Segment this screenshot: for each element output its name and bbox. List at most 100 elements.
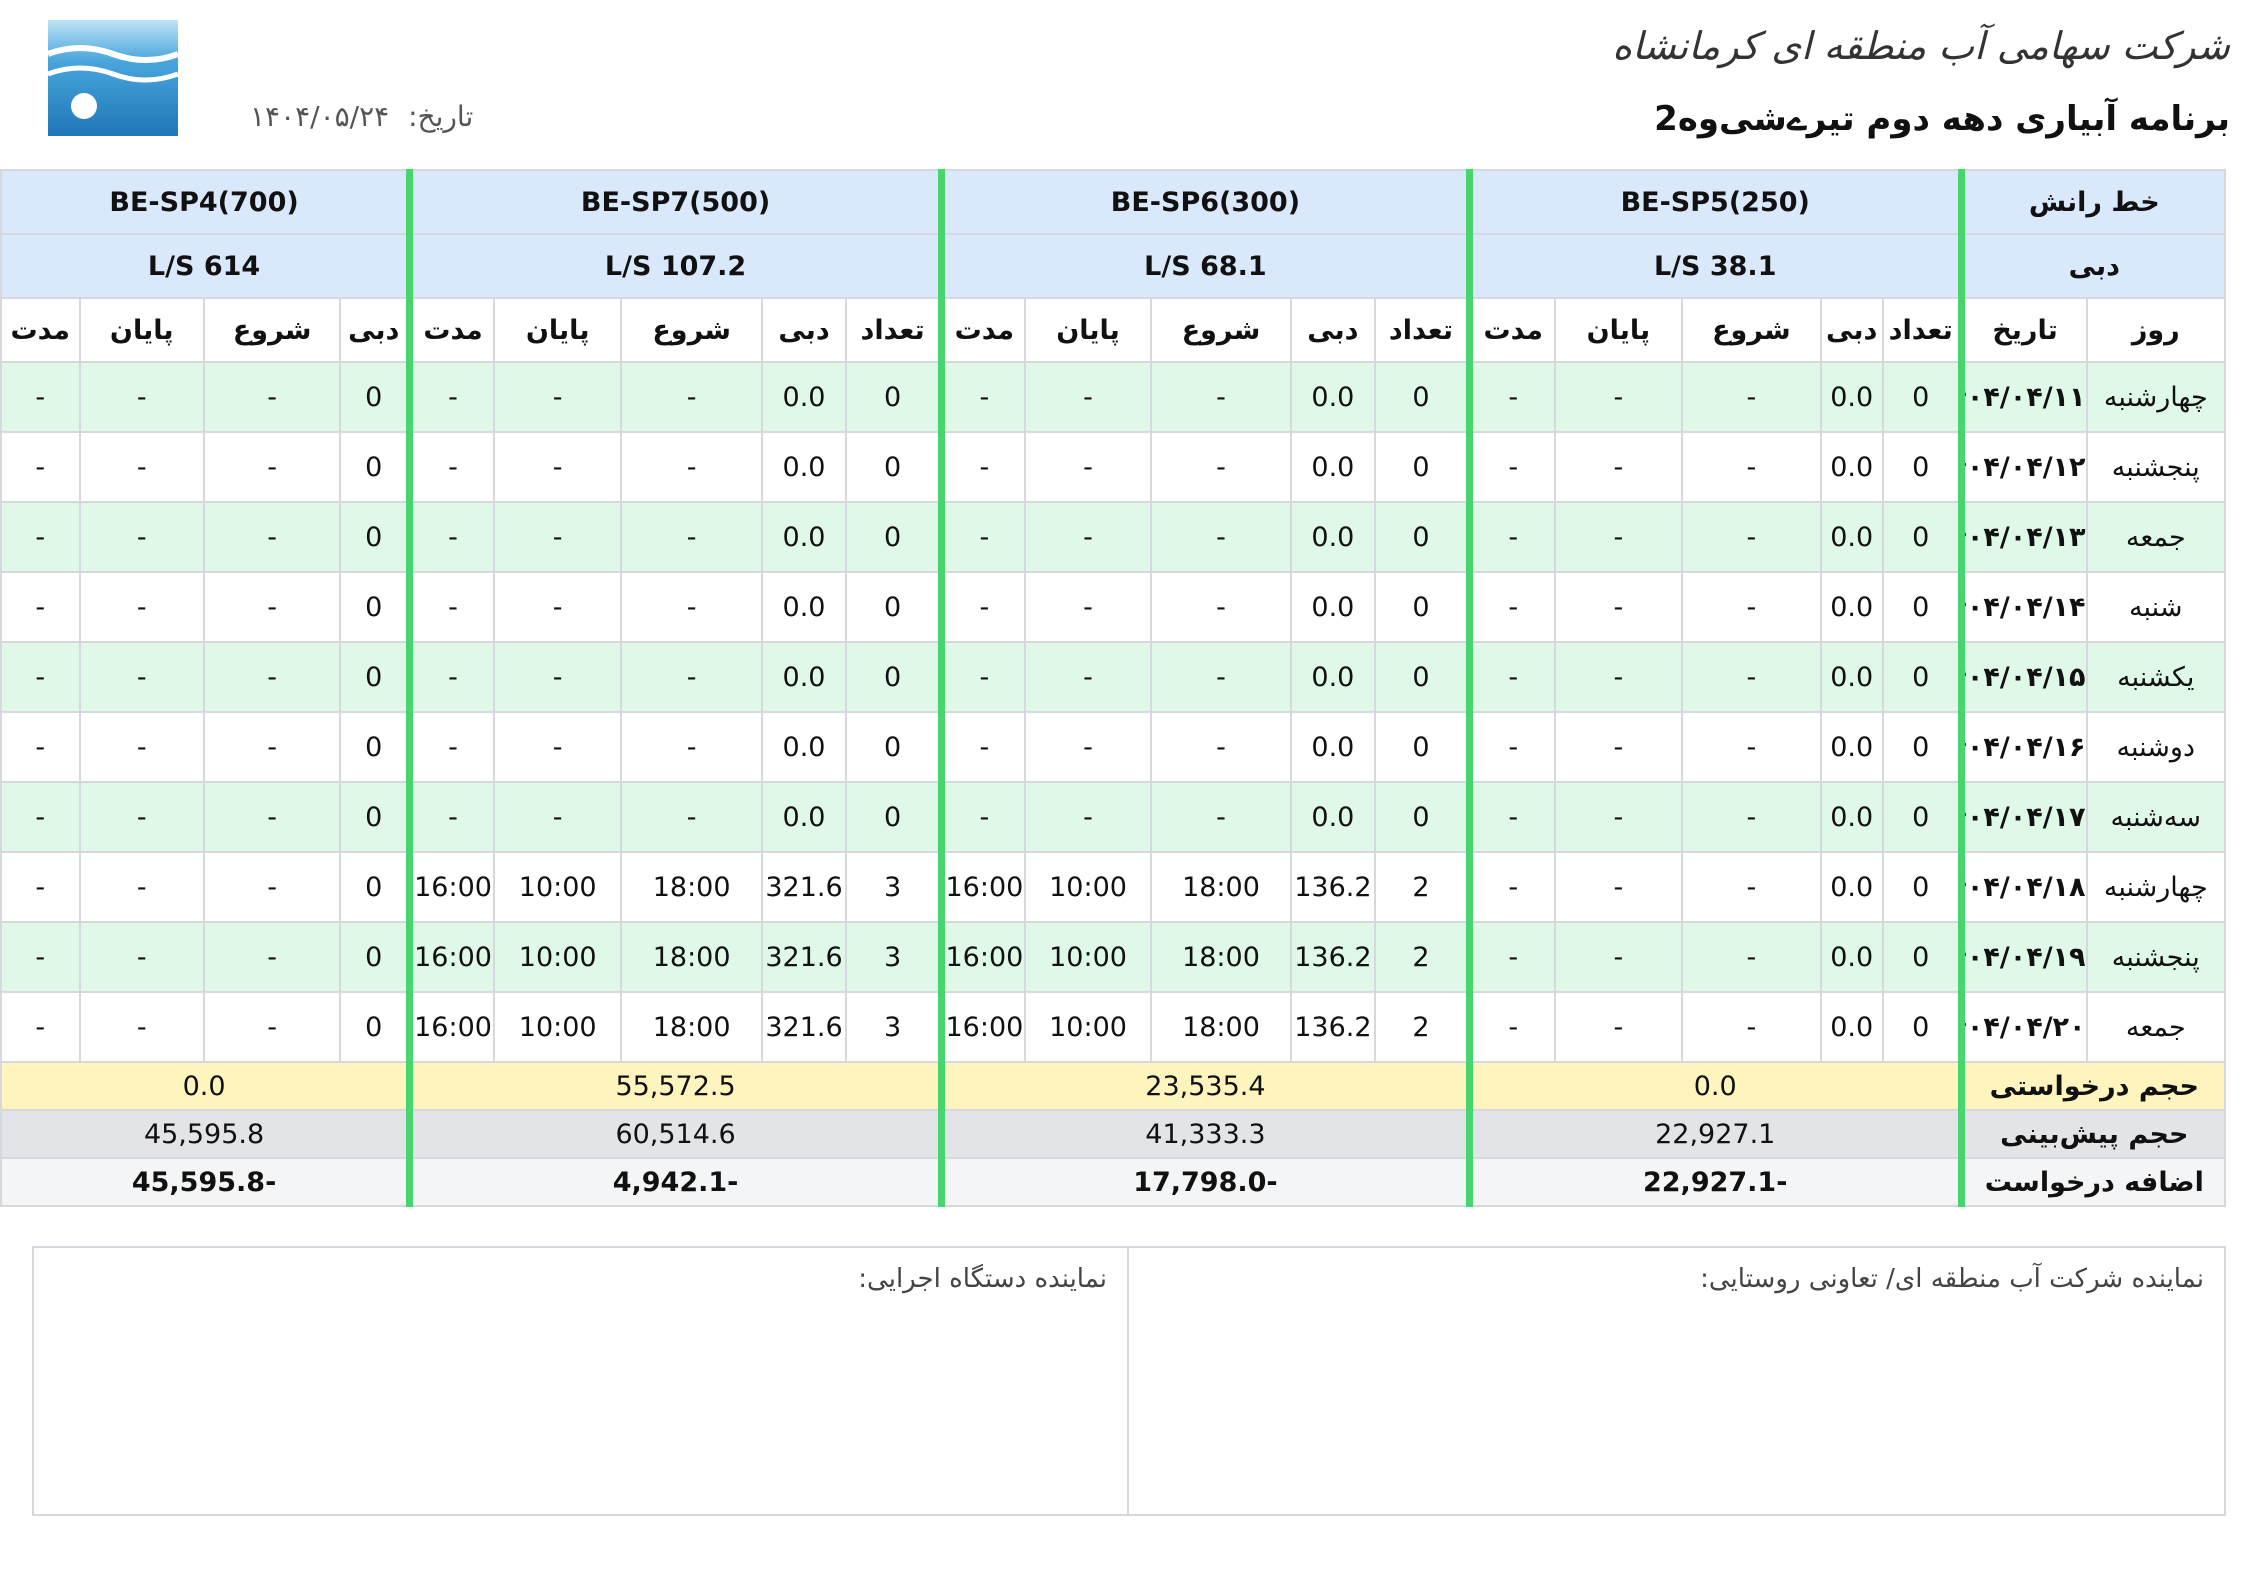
table-row: چهارشنبه۱۴۰۴/۰۴/۱۱00.0---00.0---00.0---0… <box>0 361 2227 433</box>
sp6-cell: 0 <box>1374 361 1471 433</box>
sp7-cell: 0.0 <box>760 781 848 853</box>
column-header: مدت <box>406 297 495 363</box>
sp6-cell: - <box>1150 641 1292 713</box>
sp5-cell: - <box>1681 851 1822 923</box>
sp5-cell: - <box>1681 571 1822 643</box>
station-name: BE-SP7(500) <box>406 169 943 235</box>
forecast-value: 41,333.3 <box>937 1109 1471 1159</box>
table-row: جمعه۱۴۰۴/۰۴/۲۰00.0---2136.218:0010:0016:… <box>0 991 2227 1063</box>
sp6-cell: 0.0 <box>1289 781 1377 853</box>
day-cell: دوشنبه <box>2085 711 2227 783</box>
sp5-cell: - <box>1553 991 1684 1063</box>
sp5-cell: - <box>1681 501 1822 573</box>
excess-value: -17,798.0 <box>937 1157 1471 1207</box>
sp7-cell: 321.6 <box>760 851 848 923</box>
sp6-cell: - <box>1150 361 1292 433</box>
column-header: شروع <box>202 297 342 363</box>
sp6-cell: 136.2 <box>1289 921 1377 993</box>
sp5-cell: 0.0 <box>1819 711 1884 783</box>
column-header: شروع <box>1150 297 1292 363</box>
day-cell: جمعه <box>2085 501 2227 573</box>
sp5-cell: 0 <box>1881 711 1963 783</box>
sp5-cell: 0 <box>1881 571 1963 643</box>
sp7-cell: - <box>620 571 763 643</box>
sp6-cell: - <box>937 781 1026 853</box>
sp5-cell: - <box>1681 361 1822 433</box>
excess-value: -4,942.1 <box>406 1157 943 1207</box>
sp6-cell: 0 <box>1374 711 1471 783</box>
table-row: جمعه۱۴۰۴/۰۴/۱۳00.0---00.0---00.0---0--- <box>0 501 2227 573</box>
sp6-cell: 0 <box>1374 641 1471 713</box>
requested-value: 0.0 <box>1465 1061 1963 1111</box>
sp6-cell: - <box>1023 711 1153 783</box>
sp7-cell: 0 <box>845 571 943 643</box>
sp7-cell: 0.0 <box>760 431 848 503</box>
sp5-cell: - <box>1681 921 1822 993</box>
sp4-cell: - <box>78 641 205 713</box>
sp4-cell: - <box>0 641 81 713</box>
excess-value: -45,595.8 <box>0 1157 411 1207</box>
sp5-cell: - <box>1465 431 1556 503</box>
sp5-cell: - <box>1465 641 1556 713</box>
sp6-cell: 10:00 <box>1023 851 1153 923</box>
date-label: تاریخ: <box>408 100 474 133</box>
report-header: شرکت سهامی آب منطقه ای کرمانشاه برنامه آ… <box>0 0 2246 170</box>
column-header: تعداد <box>1881 297 1963 363</box>
sp6-cell: 18:00 <box>1150 991 1292 1063</box>
sp4-cell: - <box>202 361 342 433</box>
sp4-cell: 0 <box>339 641 411 713</box>
sp4-cell: 0 <box>339 851 411 923</box>
sp7-cell: 3 <box>845 921 943 993</box>
sp7-cell: - <box>620 641 763 713</box>
sp7-cell: - <box>406 641 495 713</box>
executive-agency-rep-label: نماینده دستگاه اجرایی: <box>858 1264 1107 1294</box>
sp7-cell: 18:00 <box>620 991 763 1063</box>
table-row: چهارشنبه۱۴۰۴/۰۴/۱۸00.0---2136.218:0010:0… <box>0 851 2227 923</box>
sp5-cell: - <box>1465 711 1556 783</box>
date-cell: ۱۴۰۴/۰۴/۲۰ <box>1957 991 2088 1063</box>
date-cell: ۱۴۰۴/۰۴/۱۲ <box>1957 431 2088 503</box>
sp7-cell: 0.0 <box>760 641 848 713</box>
sp4-cell: - <box>0 501 81 573</box>
sp7-cell: - <box>406 781 495 853</box>
sp7-cell: 0.0 <box>760 711 848 783</box>
sp6-cell: - <box>1023 571 1153 643</box>
sp4-cell: - <box>202 431 342 503</box>
date-cell: ۱۴۰۴/۰۴/۱۹ <box>1957 921 2088 993</box>
sp4-cell: - <box>78 991 205 1063</box>
requested-value: 23,535.4 <box>937 1061 1471 1111</box>
date-value: ۱۴۰۴/۰۵/۲۴ <box>250 100 390 133</box>
sp5-cell: 0.0 <box>1819 361 1884 433</box>
sp6-cell: 2 <box>1374 851 1471 923</box>
sp7-cell: 0.0 <box>760 571 848 643</box>
sp4-cell: - <box>202 641 342 713</box>
sp5-cell: - <box>1465 571 1556 643</box>
sp7-cell: - <box>492 711 623 783</box>
sp5-cell: 0 <box>1881 921 1963 993</box>
sp4-cell: - <box>0 991 81 1063</box>
sp7-cell: - <box>406 361 495 433</box>
day-cell: شنبه <box>2085 571 2227 643</box>
sp7-cell: - <box>620 711 763 783</box>
sp4-cell: - <box>202 571 342 643</box>
column-header: دبی <box>339 297 411 363</box>
sp5-cell: - <box>1681 781 1822 853</box>
sp6-cell: 0.0 <box>1289 361 1377 433</box>
station-name: BE-SP6(300) <box>937 169 1471 235</box>
sp6-cell: 2 <box>1374 921 1471 993</box>
sp6-cell: - <box>937 571 1026 643</box>
sp6-cell: 16:00 <box>937 851 1026 923</box>
station-flow: 107.2 L/S <box>406 233 943 299</box>
day-cell: پنجشنبه <box>2085 921 2227 993</box>
sp4-cell: - <box>0 431 81 503</box>
sp7-cell: - <box>492 431 623 503</box>
sp7-cell: - <box>406 571 495 643</box>
sp6-cell: 16:00 <box>937 991 1026 1063</box>
forecast-value: 60,514.6 <box>406 1109 943 1159</box>
column-header: دبی <box>1819 297 1884 363</box>
column-header: دبی <box>1289 297 1377 363</box>
date-cell: ۱۴۰۴/۰۴/۱۸ <box>1957 851 2088 923</box>
sp4-cell: - <box>0 711 81 783</box>
sp7-cell: 0.0 <box>760 361 848 433</box>
sp7-cell: 0 <box>845 501 943 573</box>
